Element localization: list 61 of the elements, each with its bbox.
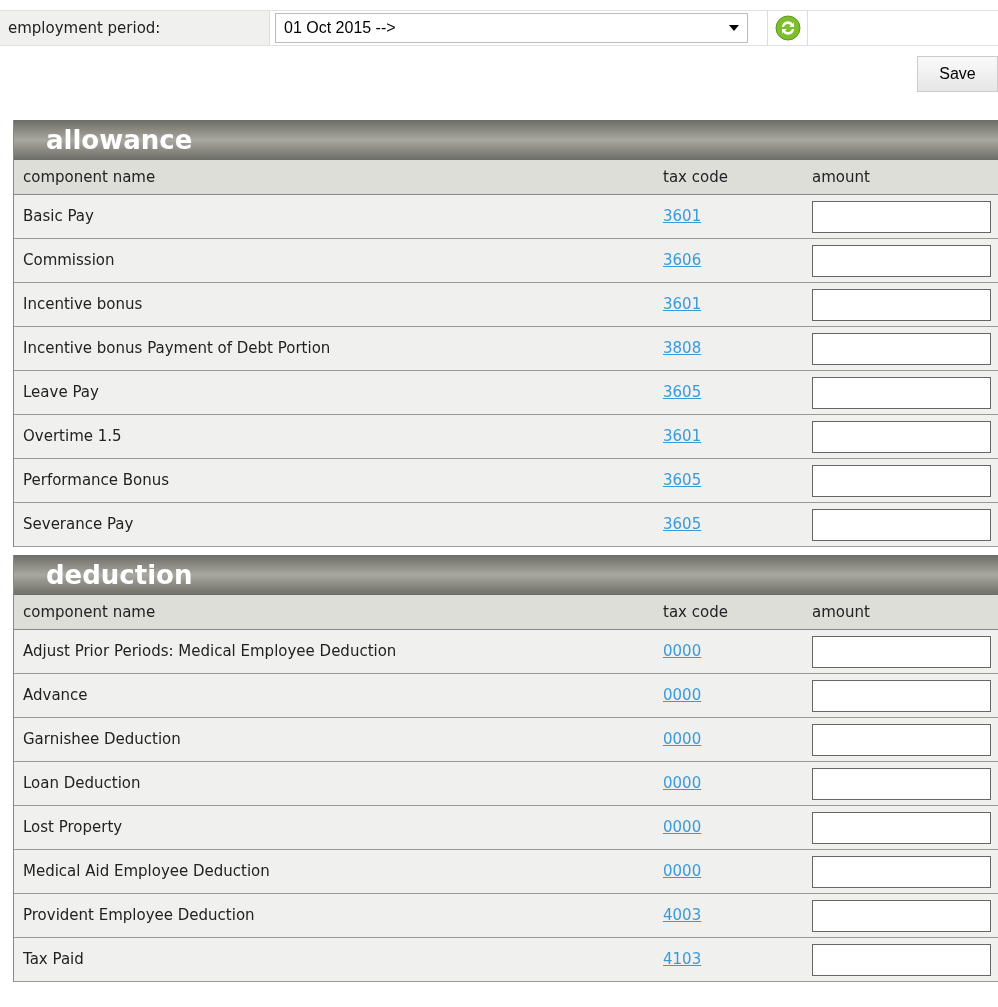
table-cell-text: Advance bbox=[22, 685, 89, 707]
section-header: deduction bbox=[14, 555, 998, 595]
caret-icon bbox=[729, 25, 739, 31]
tax-code-link[interactable]: 0000 bbox=[663, 862, 702, 881]
section-header: allowance bbox=[14, 120, 998, 160]
amount-field[interactable] bbox=[812, 288, 991, 321]
tax-code-link[interactable]: 3606 bbox=[663, 251, 702, 270]
refresh-icon[interactable] bbox=[774, 15, 801, 41]
table-cell-text: Adjust Prior Periods: Medical Employee Deduction bbox=[22, 641, 398, 663]
column-header: tax code bbox=[663, 601, 729, 623]
table-cell-text: Loan Deduction bbox=[22, 773, 142, 795]
amount-field[interactable] bbox=[812, 635, 991, 668]
table-cell-text: Tax Paid bbox=[22, 949, 85, 971]
table-cell-text: Leave Pay bbox=[22, 382, 100, 404]
column-header: tax code bbox=[663, 166, 729, 188]
tax-code-link[interactable]: 4003 bbox=[663, 906, 702, 925]
table-cell-text: Garnishee Deduction bbox=[22, 729, 182, 751]
amount-field[interactable] bbox=[812, 811, 991, 844]
amount-field[interactable] bbox=[812, 899, 991, 932]
table-cell-text: Overtime 1.5 bbox=[22, 426, 123, 448]
field-label: employment period: bbox=[0, 11, 270, 45]
amount-field[interactable] bbox=[812, 679, 991, 712]
table-cell-text: Commission bbox=[22, 250, 116, 272]
column-header: amount bbox=[812, 166, 870, 188]
amount-field[interactable] bbox=[812, 767, 991, 800]
tax-code-link[interactable]: 3605 bbox=[663, 383, 702, 402]
column-header: component name bbox=[22, 601, 157, 623]
tax-code-link[interactable]: 3601 bbox=[663, 207, 702, 226]
amount-field[interactable] bbox=[812, 508, 991, 541]
tax-code-link[interactable]: 0000 bbox=[663, 818, 702, 837]
save-button[interactable]: Save bbox=[917, 56, 998, 92]
amount-field[interactable] bbox=[812, 723, 991, 756]
amount-field[interactable] bbox=[812, 376, 991, 409]
amount-field[interactable] bbox=[812, 332, 991, 365]
column-header: amount bbox=[812, 601, 870, 623]
amount-field[interactable] bbox=[812, 244, 991, 277]
amount-field[interactable] bbox=[812, 200, 991, 233]
tax-code-link[interactable]: 3605 bbox=[663, 515, 702, 534]
amount-field[interactable] bbox=[812, 855, 991, 888]
tax-code-link[interactable]: 3601 bbox=[663, 295, 702, 314]
amount-field[interactable] bbox=[812, 464, 991, 497]
table-cell-text: Medical Aid Employee Deduction bbox=[22, 861, 271, 883]
table-cell-text: Basic Pay bbox=[22, 206, 95, 228]
amount-field[interactable] bbox=[812, 943, 991, 976]
table-cell-text: Lost Property bbox=[22, 817, 124, 839]
table-cell-text: Performance Bonus bbox=[22, 470, 171, 492]
tax-code-link[interactable]: 3601 bbox=[663, 427, 702, 446]
tax-code-link[interactable]: 4103 bbox=[663, 950, 702, 969]
table-cell-text: Severance Pay bbox=[22, 514, 135, 536]
tax-code-link[interactable]: 3605 bbox=[663, 471, 702, 490]
table-cell-text: Provident Employee Deduction bbox=[22, 905, 256, 927]
amount-field[interactable] bbox=[812, 420, 991, 453]
table-cell-text: Incentive bonus Payment of Debt Portion bbox=[22, 338, 332, 360]
table-cell-text: Incentive bonus bbox=[22, 294, 144, 316]
tax-code-link[interactable]: 0000 bbox=[663, 642, 702, 661]
column-header: component name bbox=[22, 166, 157, 188]
tax-code-link[interactable]: 0000 bbox=[663, 686, 702, 705]
tax-code-link[interactable]: 0000 bbox=[663, 774, 702, 793]
period-dropdown[interactable]: 01 Oct 2015 --> bbox=[275, 13, 748, 43]
tax-code-link[interactable]: 0000 bbox=[663, 730, 702, 749]
tax-code-link[interactable]: 3808 bbox=[663, 339, 702, 358]
